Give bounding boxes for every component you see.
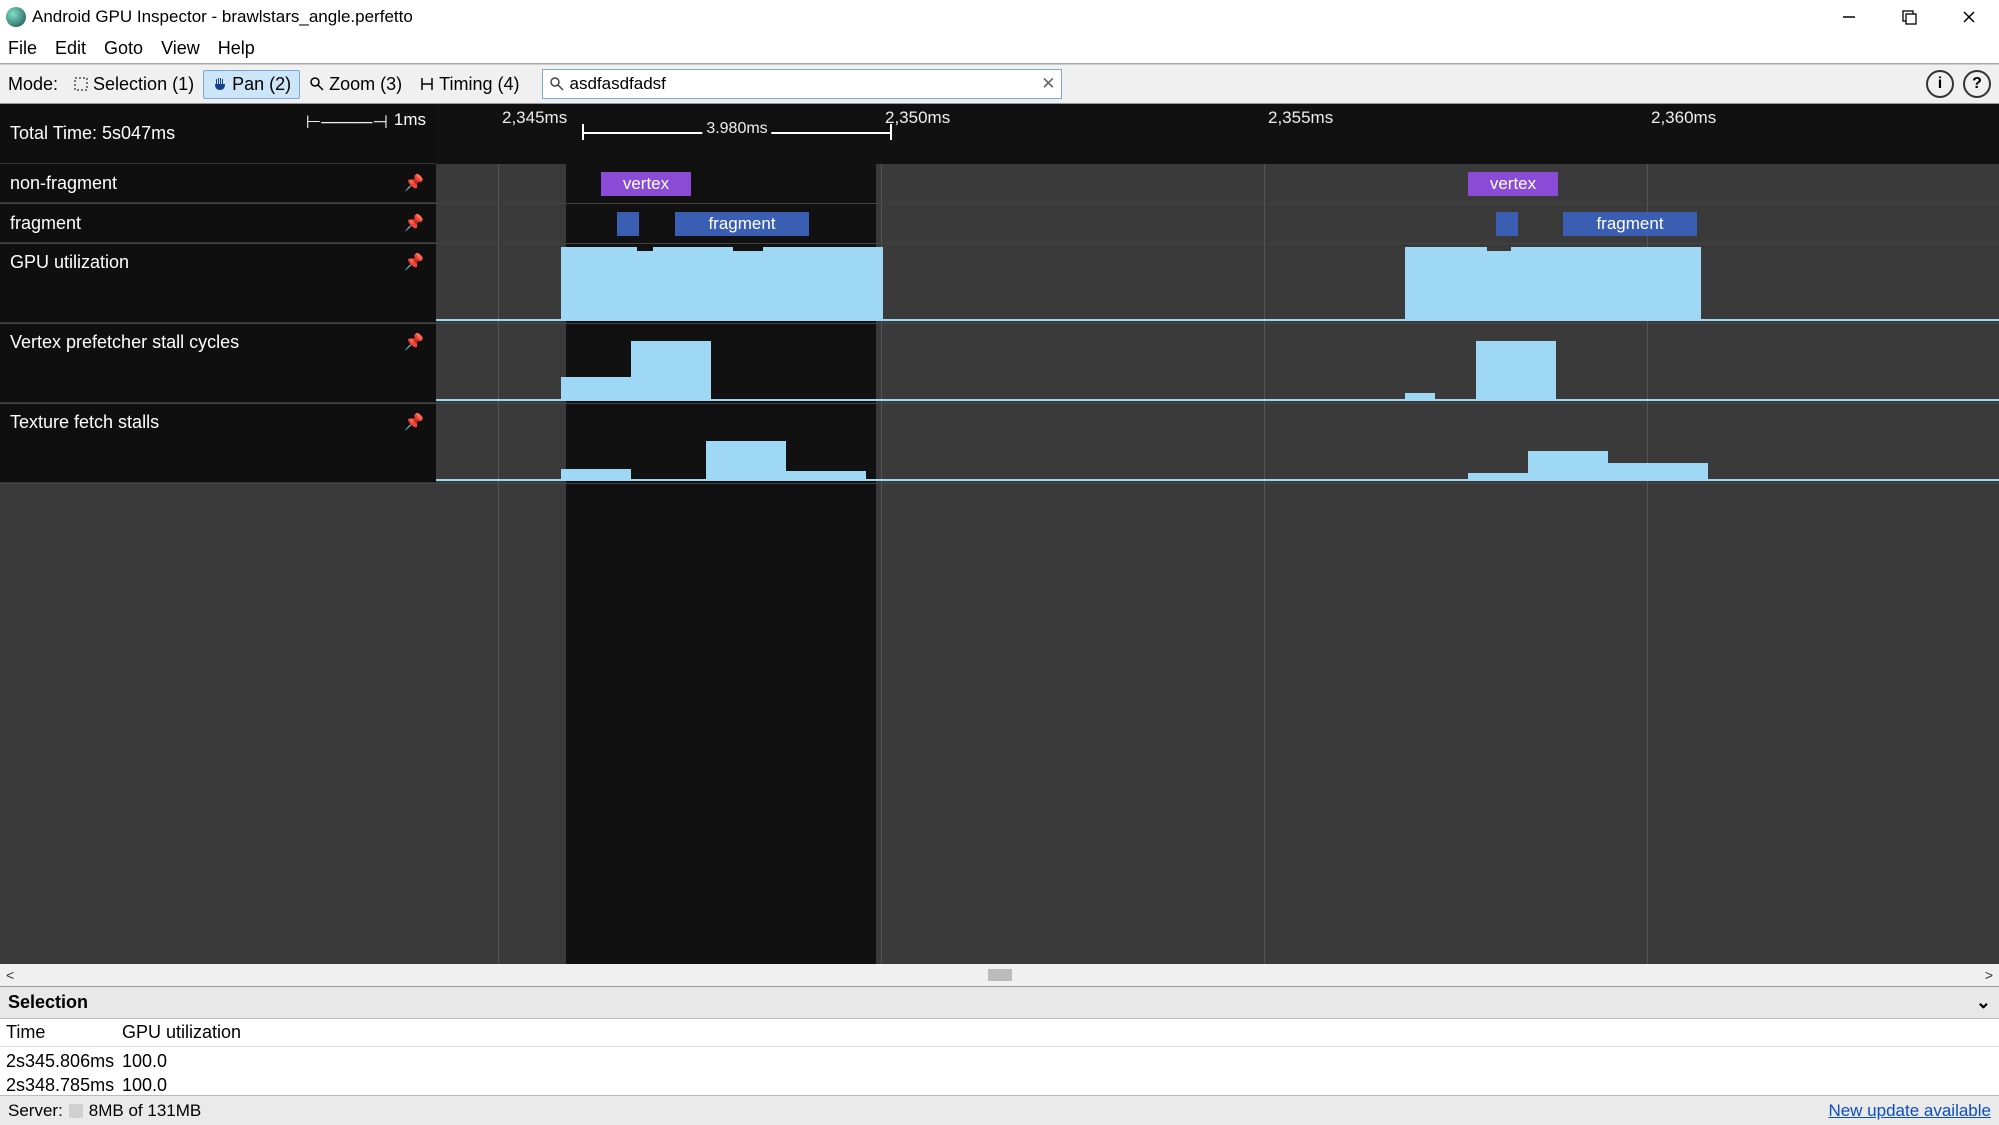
total-time-cell: Total Time: 5s047ms ⊢────⊣ 1ms [0,104,436,164]
selection-cell-val: 100.0 [118,1075,167,1095]
block-vertex[interactable]: vertex [601,172,691,196]
scroll-right-icon[interactable]: > [1985,967,1993,983]
mode-pan-label: Pan (2) [232,74,291,95]
server-label: Server: [8,1101,63,1121]
menubar: File Edit Goto View Help [0,34,1999,64]
selection-title: Selection [8,992,88,1013]
block-fragment[interactable] [1496,212,1518,236]
track-header-fragment[interactable]: fragment 📌 [0,204,436,243]
block-fragment[interactable] [617,212,639,236]
track-label: GPU utilization [10,252,129,273]
mode-toolbar: Mode: Selection (1) Pan (2) Zoom (3) Tim… [0,64,1999,104]
update-link[interactable]: New update available [1828,1101,1991,1121]
pin-icon[interactable]: 📌 [404,213,424,233]
mode-selection-label: Selection (1) [93,74,194,95]
selection-header[interactable]: Selection ⌄ [0,987,1999,1019]
scroll-thumb[interactable] [988,969,1012,981]
memory-bar-icon [69,1104,83,1118]
scroll-left-icon[interactable]: < [6,967,14,983]
track-label: Vertex prefetcher stall cycles [10,332,239,353]
selection-col-time: Time [0,1022,118,1043]
menu-file[interactable]: File [8,38,37,59]
mode-selection[interactable]: Selection (1) [65,71,202,98]
track-label: Texture fetch stalls [10,412,159,433]
app-icon [6,7,26,27]
ruler-tick: 2,360ms [1651,108,1716,128]
chevron-down-icon[interactable]: ⌄ [1976,992,1991,1013]
range-label: 3.980ms [702,120,771,138]
search-clear-icon[interactable]: ✕ [1041,74,1055,94]
block-vertex[interactable]: vertex [1468,172,1558,196]
track-label: non-fragment [10,173,117,194]
menu-view[interactable]: View [161,38,200,59]
menu-edit[interactable]: Edit [55,38,86,59]
ruler-tick: 2,345ms [502,108,567,128]
search-icon [549,76,565,92]
selection-panel: Selection ⌄ Time GPU utilization 2s345.8… [0,986,1999,1095]
total-time-label: Total Time: 5s047ms [10,123,175,144]
close-button[interactable] [1939,0,1999,34]
timeline[interactable]: Total Time: 5s047ms ⊢────⊣ 1ms 2,345ms 2… [0,104,1999,964]
search-input[interactable] [569,74,1037,94]
block-fragment[interactable]: fragment [675,212,809,236]
mode-timing[interactable]: Timing (4) [411,71,527,98]
selection-cell-time: 2s348.785ms [0,1075,118,1095]
mode-label: Mode: [8,74,58,95]
selection-col-value: GPU utilization [118,1022,241,1043]
selection-cell-val: 100.0 [118,1051,167,1072]
mode-zoom[interactable]: Zoom (3) [301,71,410,98]
ruler-tick: 2,350ms [885,108,950,128]
selection-cell-time: 2s345.806ms [0,1051,118,1072]
mode-pan[interactable]: Pan (2) [203,70,300,99]
track-header-texture-fetch[interactable]: Texture fetch stalls 📌 [0,404,436,483]
menu-help[interactable]: Help [218,38,255,59]
status-bar: Server: 8MB of 131MB New update availabl… [0,1095,1999,1125]
track-header-non-fragment[interactable]: non-fragment 📌 [0,164,436,203]
ruler-tick: 2,355ms [1268,108,1333,128]
maximize-button[interactable] [1879,0,1939,34]
menu-goto[interactable]: Goto [104,38,143,59]
pin-icon[interactable]: 📌 [404,332,424,352]
pin-icon[interactable]: 📌 [404,173,424,193]
selection-row[interactable]: 2s348.785ms 100.0 [0,1075,1999,1095]
horizontal-scrollbar[interactable]: < > [0,964,1999,986]
help-button[interactable]: ? [1963,70,1991,98]
track-header-vertex-prefetch[interactable]: Vertex prefetcher stall cycles 📌 [0,324,436,403]
track-label: fragment [10,213,81,234]
selection-row[interactable]: 2s345.806ms 100.0 [0,1047,1999,1075]
scale-unit: 1ms [394,110,426,130]
info-button[interactable]: i [1926,70,1954,98]
minimize-button[interactable] [1819,0,1879,34]
window-title: Android GPU Inspector - brawlstars_angle… [32,7,413,27]
memory-text: 8MB of 131MB [89,1101,201,1121]
track-header-gpu-util[interactable]: GPU utilization 📌 [0,244,436,323]
pin-icon[interactable]: 📌 [404,252,424,272]
titlebar: Android GPU Inspector - brawlstars_angle… [0,0,1999,34]
pin-icon[interactable]: 📌 [404,412,424,432]
block-fragment[interactable]: fragment [1563,212,1697,236]
search-box[interactable]: ✕ [542,69,1062,99]
mode-zoom-label: Zoom (3) [329,74,402,95]
mode-timing-label: Timing (4) [439,74,519,95]
range-indicator: 3.980ms [582,124,892,140]
